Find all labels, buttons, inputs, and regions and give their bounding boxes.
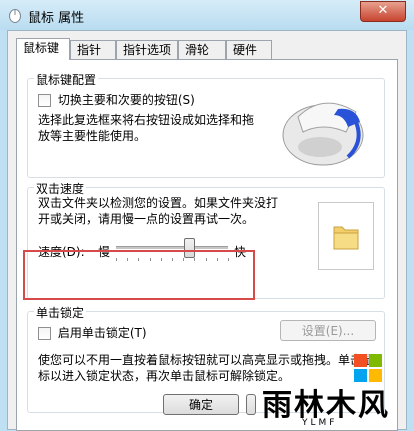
watermark-subtext: YLMF <box>302 418 338 428</box>
speed-highlight-frame <box>23 250 255 300</box>
cancel-button-partial[interactable] <box>246 394 256 415</box>
click-lock-settings-button[interactable]: 设置(E)... <box>280 320 376 341</box>
tab-pointers[interactable]: 指针 <box>70 40 116 59</box>
windows-flag-icon <box>354 354 382 382</box>
mouse-illustration-icon <box>282 102 364 166</box>
slider-track <box>116 246 228 249</box>
watermark-logo: 雨林木风 YLMF <box>262 352 412 430</box>
switch-buttons-description: 选择此复选框来将右按钮设成如选择和拖放等主要性能使用。 <box>38 113 255 143</box>
tab-mouse-buttons[interactable]: 鼠标键 <box>16 38 70 60</box>
switch-buttons-checkbox-row[interactable]: 切换主要和次要的按钮(S) <box>38 91 195 108</box>
test-folder-box[interactable] <box>318 202 374 270</box>
ok-button[interactable]: 确定 <box>163 394 239 415</box>
click-lock-label: 启用单击锁定(T) <box>57 326 147 340</box>
click-lock-checkbox-row[interactable]: 启用单击锁定(T) <box>38 324 147 341</box>
folder-icon[interactable] <box>332 221 360 251</box>
double-click-description: 双击文件夹以检测您的设置。如果文件夹没打开或关闭，请用慢一点的设置再试一次。 <box>38 196 279 226</box>
click-lock-checkbox[interactable] <box>38 327 51 340</box>
switch-buttons-checkbox[interactable] <box>38 94 51 107</box>
title-bar[interactable]: 鼠标 属性 ✕ <box>0 0 414 30</box>
tab-hardware[interactable]: 硬件 <box>226 40 272 59</box>
mouse-icon <box>9 9 21 23</box>
group-title-click-lock: 单击锁定 <box>34 304 87 321</box>
button-configuration-group: 鼠标键配置 切换主要和次要的按钮(S) 选择此复选框来将右按钮设成如选择和拖放等… <box>27 71 385 178</box>
window-title: 鼠标 属性 <box>28 11 85 26</box>
tab-wheel[interactable]: 滑轮 <box>178 40 226 59</box>
tab-pointer-options[interactable]: 指针选项 <box>116 40 178 59</box>
group-title-button-config: 鼠标键配置 <box>34 71 99 88</box>
switch-buttons-label: 切换主要和次要的按钮(S) <box>57 93 195 107</box>
close-button[interactable]: ✕ <box>360 1 406 22</box>
